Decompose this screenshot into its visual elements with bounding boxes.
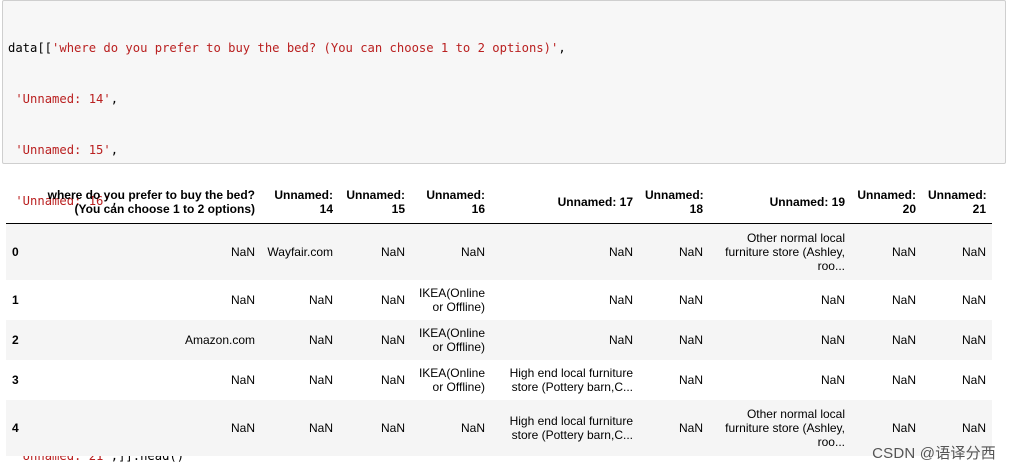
table-cell: NaN <box>308 333 333 347</box>
table-cell: IKEA(Online or Offline) <box>418 366 485 394</box>
row-index: 4 <box>12 421 19 435</box>
table-cell: NaN <box>380 421 405 435</box>
table-cell: NaN <box>820 333 845 347</box>
table-cell: High end local furniture store (Pottery … <box>509 366 633 394</box>
column-header: Unnamed: 18 <box>639 183 709 224</box>
table-row: 4 NaN NaN NaN NaN High end local furnitu… <box>6 400 992 456</box>
column-header: Unnamed: 15 <box>339 183 411 224</box>
row-index: 0 <box>12 245 19 259</box>
index-header <box>6 183 39 224</box>
table-cell: Wayfair.com <box>267 245 333 259</box>
table-cell: NaN <box>678 373 703 387</box>
table-cell: NaN <box>678 293 703 307</box>
code-line: 'Unnamed: 14', <box>15 92 119 106</box>
table-cell: NaN <box>891 245 916 259</box>
table-cell: NaN <box>820 373 845 387</box>
table-cell: NaN <box>678 421 703 435</box>
table-row: 1 NaN NaN NaN IKEA(Online or Offline) Na… <box>6 280 992 320</box>
code-input-cell[interactable]: data[['where do you prefer to buy the be… <box>2 0 1006 463</box>
table-cell: NaN <box>961 245 986 259</box>
table-cell: Other normal local furniture store (Ashl… <box>725 231 845 273</box>
column-header: Unnamed: 21 <box>922 183 992 224</box>
table-cell: NaN <box>230 421 255 435</box>
table-cell: NaN <box>230 293 255 307</box>
dataframe-table: where do you prefer to buy the bed? (You… <box>6 183 992 456</box>
table-cell: NaN <box>961 333 986 347</box>
watermark-text: CSDN @语译分西 <box>872 445 996 462</box>
column-header: where do you prefer to buy the bed? (You… <box>39 183 261 224</box>
table-cell: NaN <box>230 245 255 259</box>
output-area: where do you prefer to buy the bed? (You… <box>6 183 992 456</box>
table-cell: NaN <box>820 293 845 307</box>
code-line: data[['where do you prefer to buy the be… <box>8 41 566 55</box>
table-cell: NaN <box>308 373 333 387</box>
table-cell: NaN <box>460 245 485 259</box>
table-cell: NaN <box>380 293 405 307</box>
column-header: Unnamed: 19 <box>709 183 851 224</box>
table-cell: NaN <box>380 333 405 347</box>
column-header: Unnamed: 20 <box>851 183 922 224</box>
row-index: 3 <box>12 373 19 387</box>
column-header: Unnamed: 17 <box>491 183 639 224</box>
table-cell: NaN <box>678 333 703 347</box>
table-header-row: where do you prefer to buy the bed? (You… <box>6 183 992 224</box>
table-cell: NaN <box>961 373 986 387</box>
column-header: Unnamed: 14 <box>261 183 339 224</box>
row-index: 2 <box>12 333 19 347</box>
column-header: Unnamed: 16 <box>411 183 491 224</box>
table-cell: IKEA(Online or Offline) <box>418 326 485 354</box>
table-cell: Amazon.com <box>184 333 255 347</box>
table-row: 2 Amazon.com NaN NaN IKEA(Online or Offl… <box>6 320 992 360</box>
table-cell: NaN <box>678 245 703 259</box>
table-cell: Other normal local furniture store (Ashl… <box>725 407 845 449</box>
table-cell: NaN <box>961 293 986 307</box>
table-cell: NaN <box>308 293 333 307</box>
table-cell: NaN <box>460 421 485 435</box>
table-cell: NaN <box>608 333 633 347</box>
row-index: 1 <box>12 293 19 307</box>
table-cell: NaN <box>380 245 405 259</box>
table-cell: NaN <box>608 293 633 307</box>
table-cell: NaN <box>380 373 405 387</box>
table-cell: NaN <box>608 245 633 259</box>
table-cell: NaN <box>230 373 255 387</box>
table-cell: NaN <box>891 333 916 347</box>
code-line: 'Unnamed: 15', <box>15 143 119 157</box>
table-row: 0 NaN Wayfair.com NaN NaN NaN NaN Other … <box>6 223 992 280</box>
table-cell: NaN <box>891 373 916 387</box>
table-cell: High end local furniture store (Pottery … <box>509 414 633 442</box>
table-cell: NaN <box>891 293 916 307</box>
table-row: 3 NaN NaN NaN IKEA(Online or Offline) Hi… <box>6 360 992 400</box>
table-cell: NaN <box>308 421 333 435</box>
table-cell: IKEA(Online or Offline) <box>418 286 485 314</box>
